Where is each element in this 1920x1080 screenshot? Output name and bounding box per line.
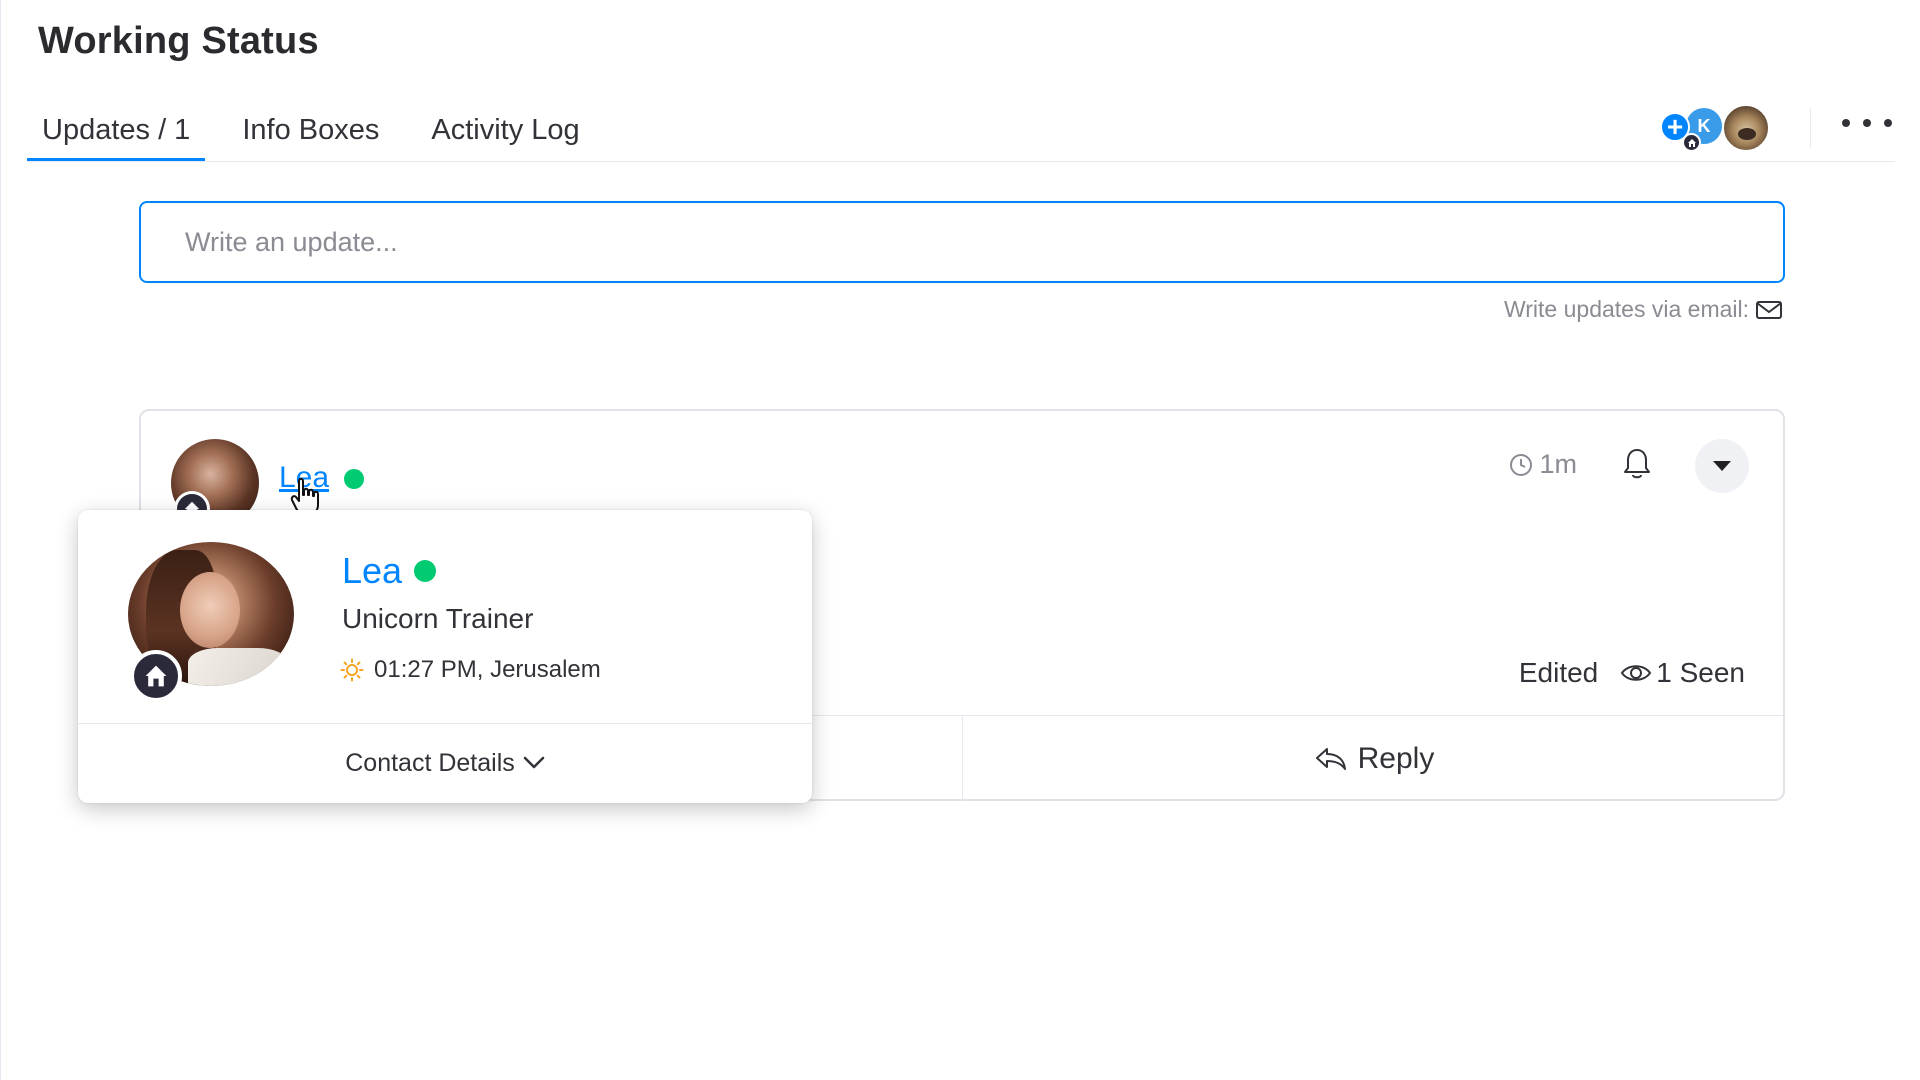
tab-updates[interactable]: Updates / 1 xyxy=(27,98,206,162)
post-time: 1m xyxy=(1509,449,1577,480)
online-status-dot xyxy=(344,469,364,489)
tab-activity-log[interactable]: Activity Log xyxy=(416,98,594,162)
page-title: Working Status xyxy=(38,20,319,62)
tabs-bar: Updates / 1 Info Boxes Activity Log xyxy=(27,98,617,162)
mail-icon[interactable] xyxy=(1755,299,1783,321)
email-hint-label: Write updates via email: xyxy=(1503,296,1749,322)
more-options-icon[interactable] xyxy=(1842,106,1892,140)
edited-label: Edited xyxy=(1518,657,1599,688)
profile-local-time-label: 01:27 PM, Jerusalem xyxy=(374,656,601,683)
reply-button[interactable]: Reply xyxy=(963,716,1785,801)
post-meta: Edited 1 Seen xyxy=(1519,657,1745,689)
subscriber-avatar-dog xyxy=(1722,104,1770,152)
home-icon xyxy=(1682,133,1701,152)
seen-count[interactable]: 1 Seen xyxy=(1656,657,1745,689)
profile-popup: Lea Unicorn Trainer 01:27 PM, Jerusalem … xyxy=(78,510,812,803)
update-editor[interactable] xyxy=(139,201,1785,283)
sun-icon xyxy=(340,658,364,682)
email-hint[interactable]: Write updates via email: xyxy=(1504,296,1783,323)
post-menu-button[interactable] xyxy=(1695,439,1749,493)
reply-icon xyxy=(1315,747,1346,770)
contact-details-label: Contact Details xyxy=(345,748,515,777)
home-icon xyxy=(130,650,182,702)
update-input[interactable] xyxy=(185,226,1739,258)
reply-label: Reply xyxy=(1357,741,1435,775)
chevron-down-icon xyxy=(523,756,545,769)
profile-local-time: 01:27 PM, Jerusalem xyxy=(340,656,601,684)
tabs-divider xyxy=(27,161,1895,162)
tab-info-boxes[interactable]: Info Boxes xyxy=(227,98,394,162)
eye-icon[interactable] xyxy=(1620,662,1652,684)
header-divider xyxy=(1810,108,1811,148)
caret-down-icon xyxy=(1713,461,1731,471)
profile-job-title: Unicorn Trainer xyxy=(342,603,534,634)
page-edge xyxy=(0,0,1,1080)
clock-icon xyxy=(1510,453,1533,476)
post-time-label: 1m xyxy=(1539,449,1577,479)
bell-icon[interactable] xyxy=(1621,447,1653,481)
profile-name[interactable]: Lea xyxy=(342,550,402,592)
subscribers-button[interactable]: K + xyxy=(1660,102,1775,152)
profile-online-dot xyxy=(414,560,436,582)
contact-details-button[interactable]: Contact Details xyxy=(78,724,812,802)
